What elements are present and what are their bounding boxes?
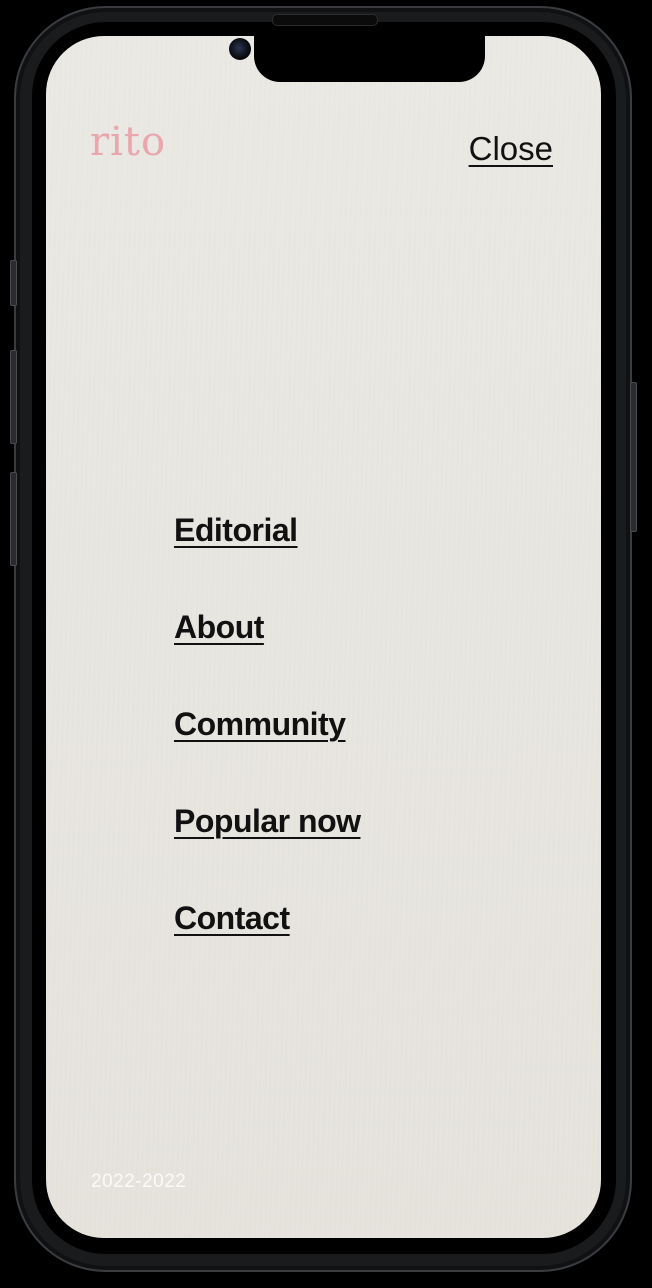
notch	[254, 36, 485, 82]
earpiece-speaker	[272, 14, 378, 26]
footer-year-range: 2022-2022	[91, 1171, 187, 1192]
nav-link-contact[interactable]: Contact	[174, 900, 290, 936]
phone-power-button	[630, 382, 637, 532]
phone-volume-down-button	[10, 472, 17, 566]
nav-link-editorial[interactable]: Editorial	[174, 512, 298, 548]
close-menu-button[interactable]: Close	[469, 132, 553, 165]
phone-volume-up-button	[10, 350, 17, 444]
nav-link-about[interactable]: About	[174, 609, 264, 645]
nav-link-popular-now[interactable]: Popular now	[174, 803, 361, 839]
nav-item-popular-now: Popular now	[174, 805, 361, 902]
nav-link-community[interactable]: Community	[174, 706, 346, 742]
nav-item-about: About	[174, 611, 361, 708]
screen: rito Close Editorial About Community Pop…	[46, 36, 601, 1238]
front-camera	[229, 38, 251, 60]
nav-item-community: Community	[174, 708, 361, 805]
brand-logo[interactable]: rito	[90, 122, 166, 162]
nav-item-editorial: Editorial	[174, 514, 361, 611]
main-navigation-menu: Editorial About Community Popular now Co…	[174, 514, 361, 999]
nav-item-contact: Contact	[174, 902, 361, 999]
phone-silent-switch	[10, 260, 17, 306]
